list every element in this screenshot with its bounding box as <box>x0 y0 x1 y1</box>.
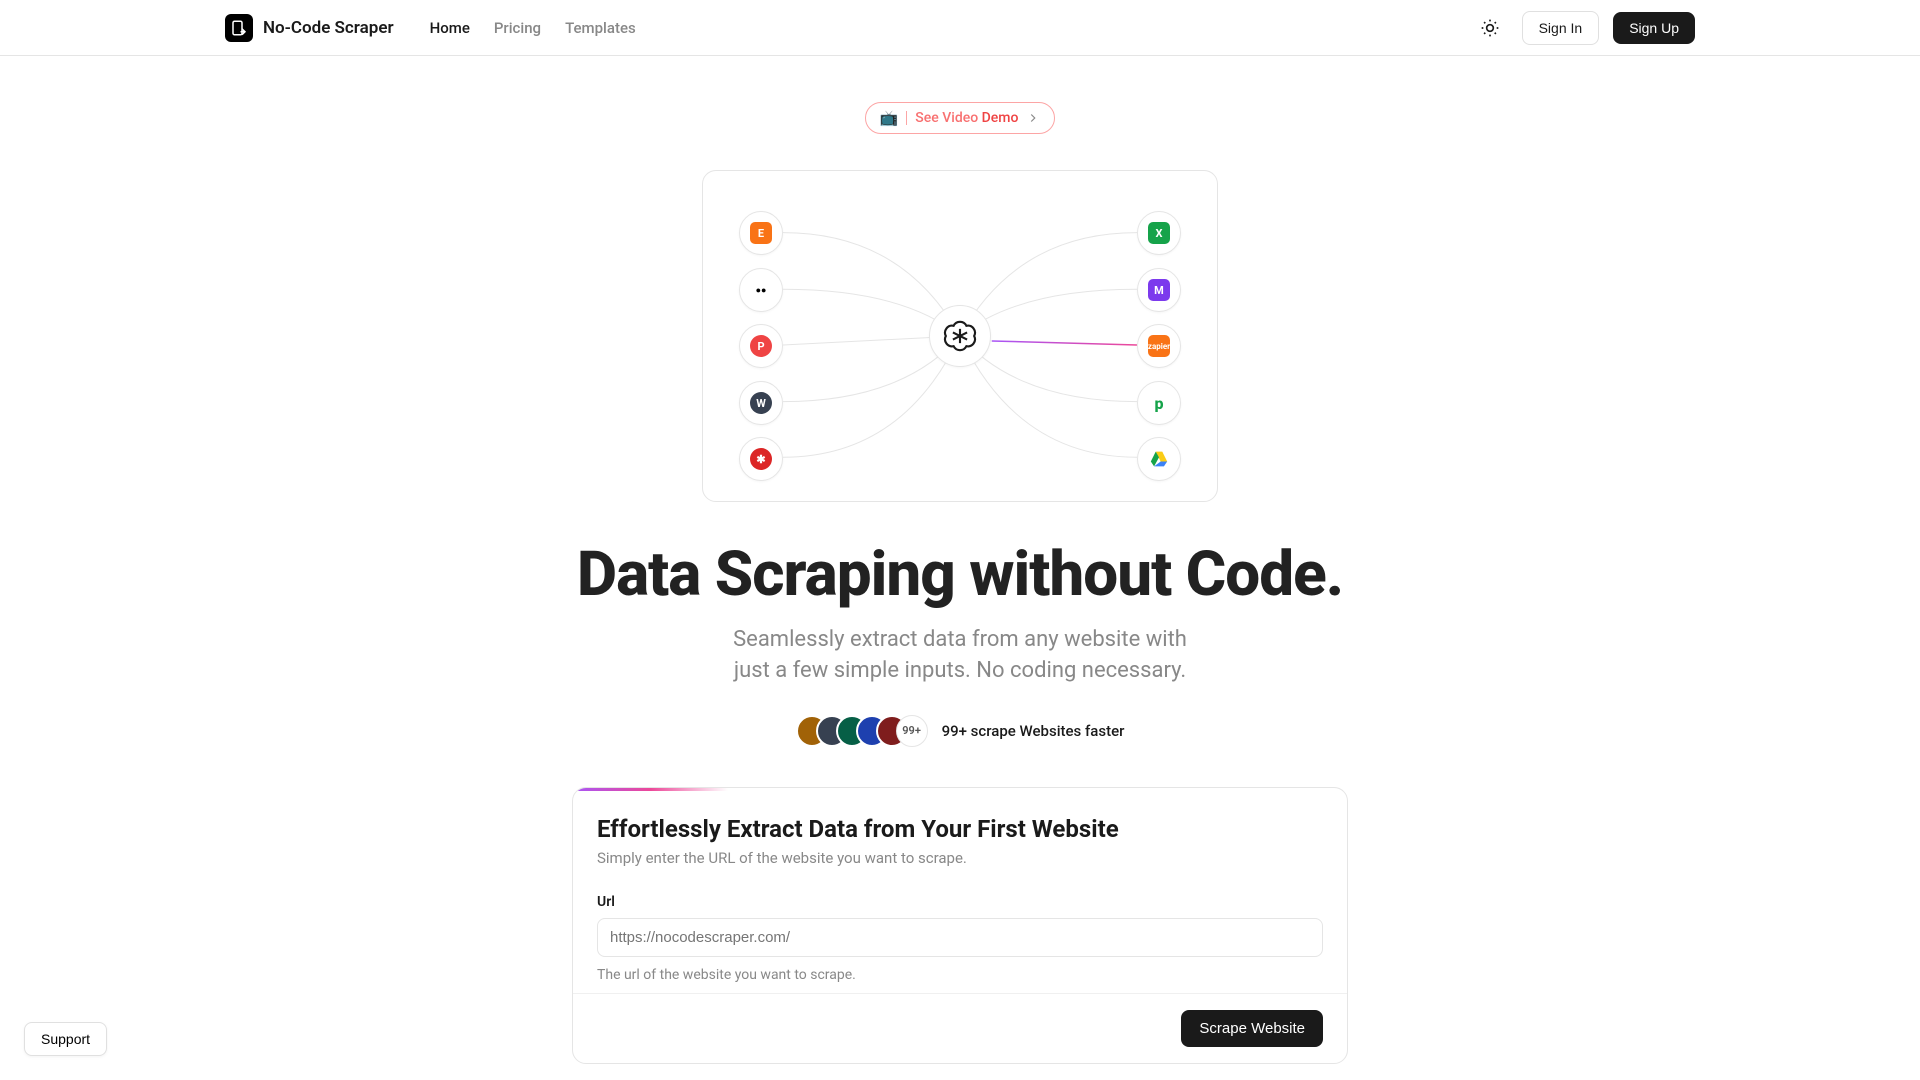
zapier-icon: zapier <box>1137 324 1181 368</box>
chevron-right-icon <box>1026 111 1040 125</box>
scrape-website-button[interactable]: Scrape Website <box>1181 1010 1323 1047</box>
etsy-icon: E <box>739 211 783 255</box>
producthunt-icon: P <box>739 324 783 368</box>
card-subtitle: Simply enter the URL of the website you … <box>597 849 1323 867</box>
header: No-Code Scraper Home Pricing Templates S… <box>0 0 1920 56</box>
social-proof-text: 99+ scrape Websites faster <box>942 722 1125 740</box>
brand-name: No-Code Scraper <box>263 18 394 38</box>
gdrive-triangle <box>1149 450 1169 468</box>
url-form-group: Url The url of the website you want to s… <box>597 891 1323 983</box>
make-icon: M <box>1137 268 1181 312</box>
nav-templates[interactable]: Templates <box>565 19 636 37</box>
url-hint: The url of the website you want to scrap… <box>597 967 1323 983</box>
logo-icon <box>225 14 253 42</box>
card-footer: Scrape Website <box>573 993 1347 1063</box>
sign-up-button[interactable]: Sign Up <box>1613 12 1695 44</box>
gdrive-icon <box>1137 437 1181 481</box>
tv-icon: 📺 <box>880 109 899 127</box>
url-input[interactable] <box>597 918 1323 957</box>
video-demo-label: See Video Demo <box>915 110 1018 126</box>
avatar-stack: 99+ <box>796 715 928 747</box>
header-right: Sign In Sign Up <box>1472 10 1695 46</box>
card-body: Effortlessly Extract Data from Your Firs… <box>573 791 1347 993</box>
hero-title: Data Scraping without Code. <box>577 538 1343 611</box>
video-demo-link[interactable]: 📺 See Video Demo <box>865 102 1056 134</box>
card-title: Effortlessly Extract Data from Your Firs… <box>597 815 1323 843</box>
avatar-count: 99+ <box>896 715 928 747</box>
support-button[interactable]: Support <box>24 1022 107 1056</box>
social-proof: 99+ 99+ scrape Websites faster <box>796 715 1125 747</box>
scrape-card: Effortlessly Extract Data from Your Firs… <box>572 787 1348 1064</box>
main-nav: Home Pricing Templates <box>430 19 636 37</box>
separator <box>906 111 907 125</box>
integration-diagram: E ●● P W ✱ X M zapier p <box>702 170 1218 502</box>
sun-icon <box>1480 18 1500 38</box>
sign-in-button[interactable]: Sign In <box>1522 11 1600 45</box>
wordpress-icon: W <box>739 381 783 425</box>
pipedrive-icon: p <box>1137 381 1181 425</box>
yelp-icon: ✱ <box>739 437 783 481</box>
excel-icon: X <box>1137 211 1181 255</box>
medium-icon: ●● <box>739 268 783 312</box>
url-label: Url <box>597 894 615 910</box>
main-content: 📺 See Video Demo <box>0 56 1920 1064</box>
openai-icon <box>929 305 991 367</box>
header-left: No-Code Scraper Home Pricing Templates <box>225 14 636 42</box>
hero-subtitle: Seamlessly extract data from any website… <box>733 625 1187 687</box>
nav-home[interactable]: Home <box>430 19 470 37</box>
logo-area[interactable]: No-Code Scraper <box>225 14 394 42</box>
nav-pricing[interactable]: Pricing <box>494 19 541 37</box>
theme-toggle[interactable] <box>1472 10 1508 46</box>
